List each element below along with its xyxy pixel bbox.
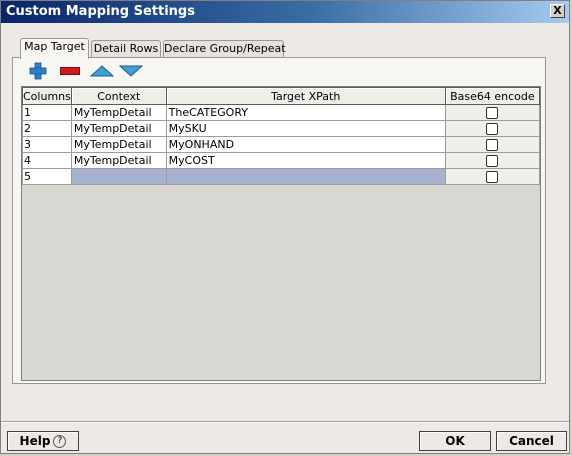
cell-column[interactable]: 3	[22, 136, 72, 153]
cell-column[interactable]: 5	[22, 168, 72, 185]
cell-target-xpath[interactable]	[165, 168, 446, 185]
dialog-title: Custom Mapping Settings	[6, 4, 195, 19]
footer-divider	[1, 421, 569, 423]
base64-checkbox[interactable]	[486, 107, 499, 119]
tab-map-target[interactable]: Map Target	[20, 38, 89, 59]
cancel-button[interactable]: Cancel	[496, 431, 567, 451]
header-target-xpath[interactable]: Target XPath	[165, 87, 446, 105]
help-button[interactable]: Help?	[7, 431, 79, 451]
table-row[interactable]: 4 MyTempDetail MyCOST	[22, 152, 540, 169]
tab-declare-group-repeat[interactable]: Declare Group/Repeat	[163, 40, 286, 58]
move-down-icon[interactable]	[119, 65, 143, 77]
tab-detail-rows[interactable]: Detail Rows	[91, 40, 161, 58]
cell-base64	[444, 120, 540, 137]
cell-column[interactable]: 2	[22, 120, 72, 137]
table-row[interactable]: 2 MyTempDetail MySKU	[22, 120, 540, 137]
base64-checkbox[interactable]	[486, 171, 499, 183]
header-base64-encode[interactable]: Base64 encode	[444, 87, 540, 105]
help-icon: ?	[53, 435, 67, 448]
close-button[interactable]: X	[550, 4, 565, 18]
map-target-panel: Columns Context Target XPath Base64 enco…	[12, 57, 546, 384]
help-label: Help	[19, 434, 51, 448]
remove-icon[interactable]	[60, 67, 80, 75]
move-up-icon[interactable]	[90, 65, 114, 77]
table-row[interactable]: 1 MyTempDetail TheCATEGORY	[22, 104, 540, 121]
cell-target-xpath[interactable]: MyCOST	[165, 152, 446, 169]
cell-base64	[444, 104, 540, 121]
cell-context[interactable]: MyTempDetail	[70, 152, 167, 169]
cell-base64	[444, 168, 540, 185]
cell-target-xpath[interactable]: MyONHAND	[165, 136, 446, 153]
cell-context[interactable]: MyTempDetail	[70, 120, 167, 137]
header-columns[interactable]: Columns	[22, 87, 72, 105]
add-icon[interactable]	[29, 62, 47, 80]
cell-base64	[444, 136, 540, 153]
cell-target-xpath[interactable]: TheCATEGORY	[165, 104, 446, 121]
base64-checkbox[interactable]	[486, 155, 499, 167]
base64-checkbox[interactable]	[486, 123, 499, 135]
table-row-selected[interactable]: 5	[22, 168, 540, 185]
header-context[interactable]: Context	[70, 87, 167, 105]
cell-context[interactable]: MyTempDetail	[70, 136, 167, 153]
title-bar[interactable]: Custom Mapping Settings X	[1, 1, 569, 23]
ok-button[interactable]: OK	[419, 431, 491, 451]
table-header-row: Columns Context Target XPath Base64 enco…	[22, 87, 540, 105]
cell-target-xpath[interactable]: MySKU	[165, 120, 446, 137]
cell-column[interactable]: 4	[22, 152, 72, 169]
base64-checkbox[interactable]	[486, 139, 499, 151]
cell-context[interactable]: MyTempDetail	[70, 104, 167, 121]
dialog-window: Custom Mapping Settings X Map Target Det…	[0, 0, 570, 454]
cell-column[interactable]: 1	[22, 104, 72, 121]
mapping-table: Columns Context Target XPath Base64 enco…	[21, 86, 541, 381]
table-row[interactable]: 3 MyTempDetail MyONHAND	[22, 136, 540, 153]
cell-context[interactable]	[70, 168, 167, 185]
cell-base64	[444, 152, 540, 169]
